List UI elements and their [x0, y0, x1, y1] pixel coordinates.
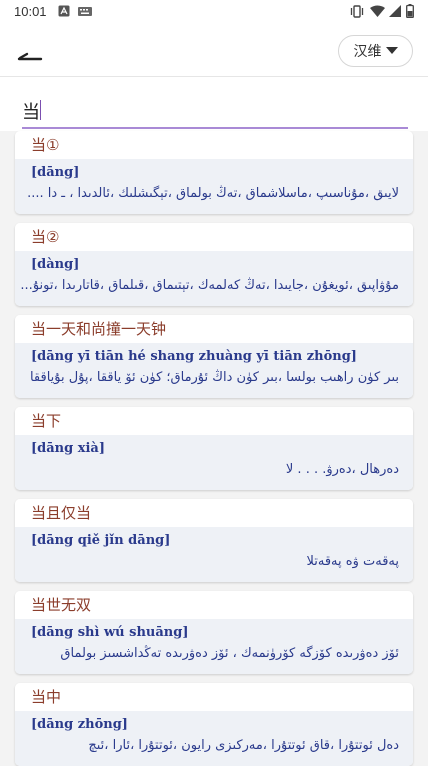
back-button[interactable] [14, 36, 48, 64]
status-time: 10:01 [14, 4, 47, 19]
entry-pinyin: [dāng shì wú shuāng] [31, 625, 189, 640]
search-bar [0, 76, 428, 131]
wifi-icon [370, 5, 385, 17]
list-item[interactable]: 当一天和尚撞一天钟 [dāng yī tiān hé shang zhuàng … [15, 315, 413, 398]
entry-headword: 当① [15, 131, 413, 159]
entry-body: [dāng xià] دەرھال ،دەرۋ. . . . لا [15, 435, 413, 490]
list-item[interactable]: 当下 [dāng xià] دەرھال ،دەرۋ. . . . لا [15, 407, 413, 490]
entry-headword: 当② [15, 223, 413, 251]
keyboard-icon [78, 7, 92, 16]
entry-pinyin: [dàng] [31, 257, 80, 272]
entry-definition: مۇۋاپىق ،ئويغۇن ،جايىدا ،تەڭ كەلمەك ،تېت… [20, 278, 399, 293]
search-input[interactable] [22, 97, 408, 129]
entry-body: [dāng yī tiān hé shang zhuàng yī tiān zh… [15, 343, 413, 398]
entry-pinyin: [dāng qiě jǐn dāng] [31, 533, 171, 548]
entry-headword: 当世无双 [15, 591, 413, 619]
entry-definition: دەرھال ،دەرۋ. . . . لا [285, 462, 399, 477]
language-label: 汉维 [353, 44, 382, 60]
entry-pinyin: [dāng yī tiān hé shang zhuàng yī tiān zh… [31, 349, 357, 364]
text-cursor [40, 100, 41, 120]
entry-definition: ئۆز دەۋرىدە كۆزگە كۆرۈنمەك ، ئۆز دەۋرىدە… [60, 646, 399, 661]
list-item[interactable]: 当② [dàng] مۇۋاپىق ،ئويغۇن ،جايىدا ،تەڭ ك… [15, 223, 413, 306]
dropdown-arrow-icon [385, 47, 398, 54]
entry-definition: دەل ئوتتۇرا ،قاق ئوتتۇرا ،مەركىزى رايون … [88, 738, 399, 753]
signal-icon [389, 5, 401, 17]
entry-pinyin: [dāng xià] [31, 441, 105, 456]
entry-headword: 当中 [15, 683, 413, 711]
entry-definition: لايىق ،مۇناسىپ ،ماسلاشماق ،تەڭ بولماق ،ت… [27, 186, 399, 201]
entry-pinyin: [dāng] [31, 165, 80, 180]
list-item[interactable]: 当且仅当 [dāng qiě jǐn dāng] پەقەت ۋە پەقەتل… [15, 499, 413, 582]
status-bar: 10:01 [0, 0, 428, 24]
entry-body: [dāng zhōng] دەل ئوتتۇرا ،قاق ئوتتۇرا ،م… [15, 711, 413, 766]
notification-a-icon [58, 5, 70, 17]
entry-headword: 当一天和尚撞一天钟 [15, 315, 413, 343]
vibrate-icon [350, 5, 364, 18]
list-item[interactable]: 当① [dāng] لايىق ،مۇناسىپ ،ماسلاشماق ،تەڭ… [15, 131, 413, 214]
list-item[interactable]: 当世无双 [dāng shì wú shuāng] ئۆز دەۋرىدە كۆ… [15, 591, 413, 674]
entry-body: [dāng shì wú shuāng] ئۆز دەۋرىدە كۆزگە ك… [15, 619, 413, 674]
entry-body: [dàng] مۇۋاپىق ،ئويغۇن ،جايىدا ،تەڭ كەلم… [15, 251, 413, 306]
list-item[interactable]: 当中 [dāng zhōng] دەل ئوتتۇرا ،قاق ئوتتۇرا… [15, 683, 413, 766]
entry-definition: بىر كۈن راھىب بولسا ،بىر كۈن داڭ ئۇرماق؛… [29, 370, 399, 385]
entry-headword: 当且仅当 [15, 499, 413, 527]
back-arrow-icon [17, 52, 43, 61]
entry-definition: پەقەت ۋە پەقەتلا [306, 554, 399, 569]
battery-icon [406, 4, 414, 18]
app-bar: 汉维 [0, 24, 428, 76]
entry-headword: 当下 [15, 407, 413, 435]
entry-pinyin: [dāng zhōng] [31, 717, 128, 732]
language-selector-button[interactable]: 汉维 [338, 35, 413, 67]
entry-body: [dāng] لايىق ،مۇناسىپ ،ماسلاشماق ،تەڭ بو… [15, 159, 413, 214]
entry-body: [dāng qiě jǐn dāng] پەقەت ۋە پەقەتلا [15, 527, 413, 582]
